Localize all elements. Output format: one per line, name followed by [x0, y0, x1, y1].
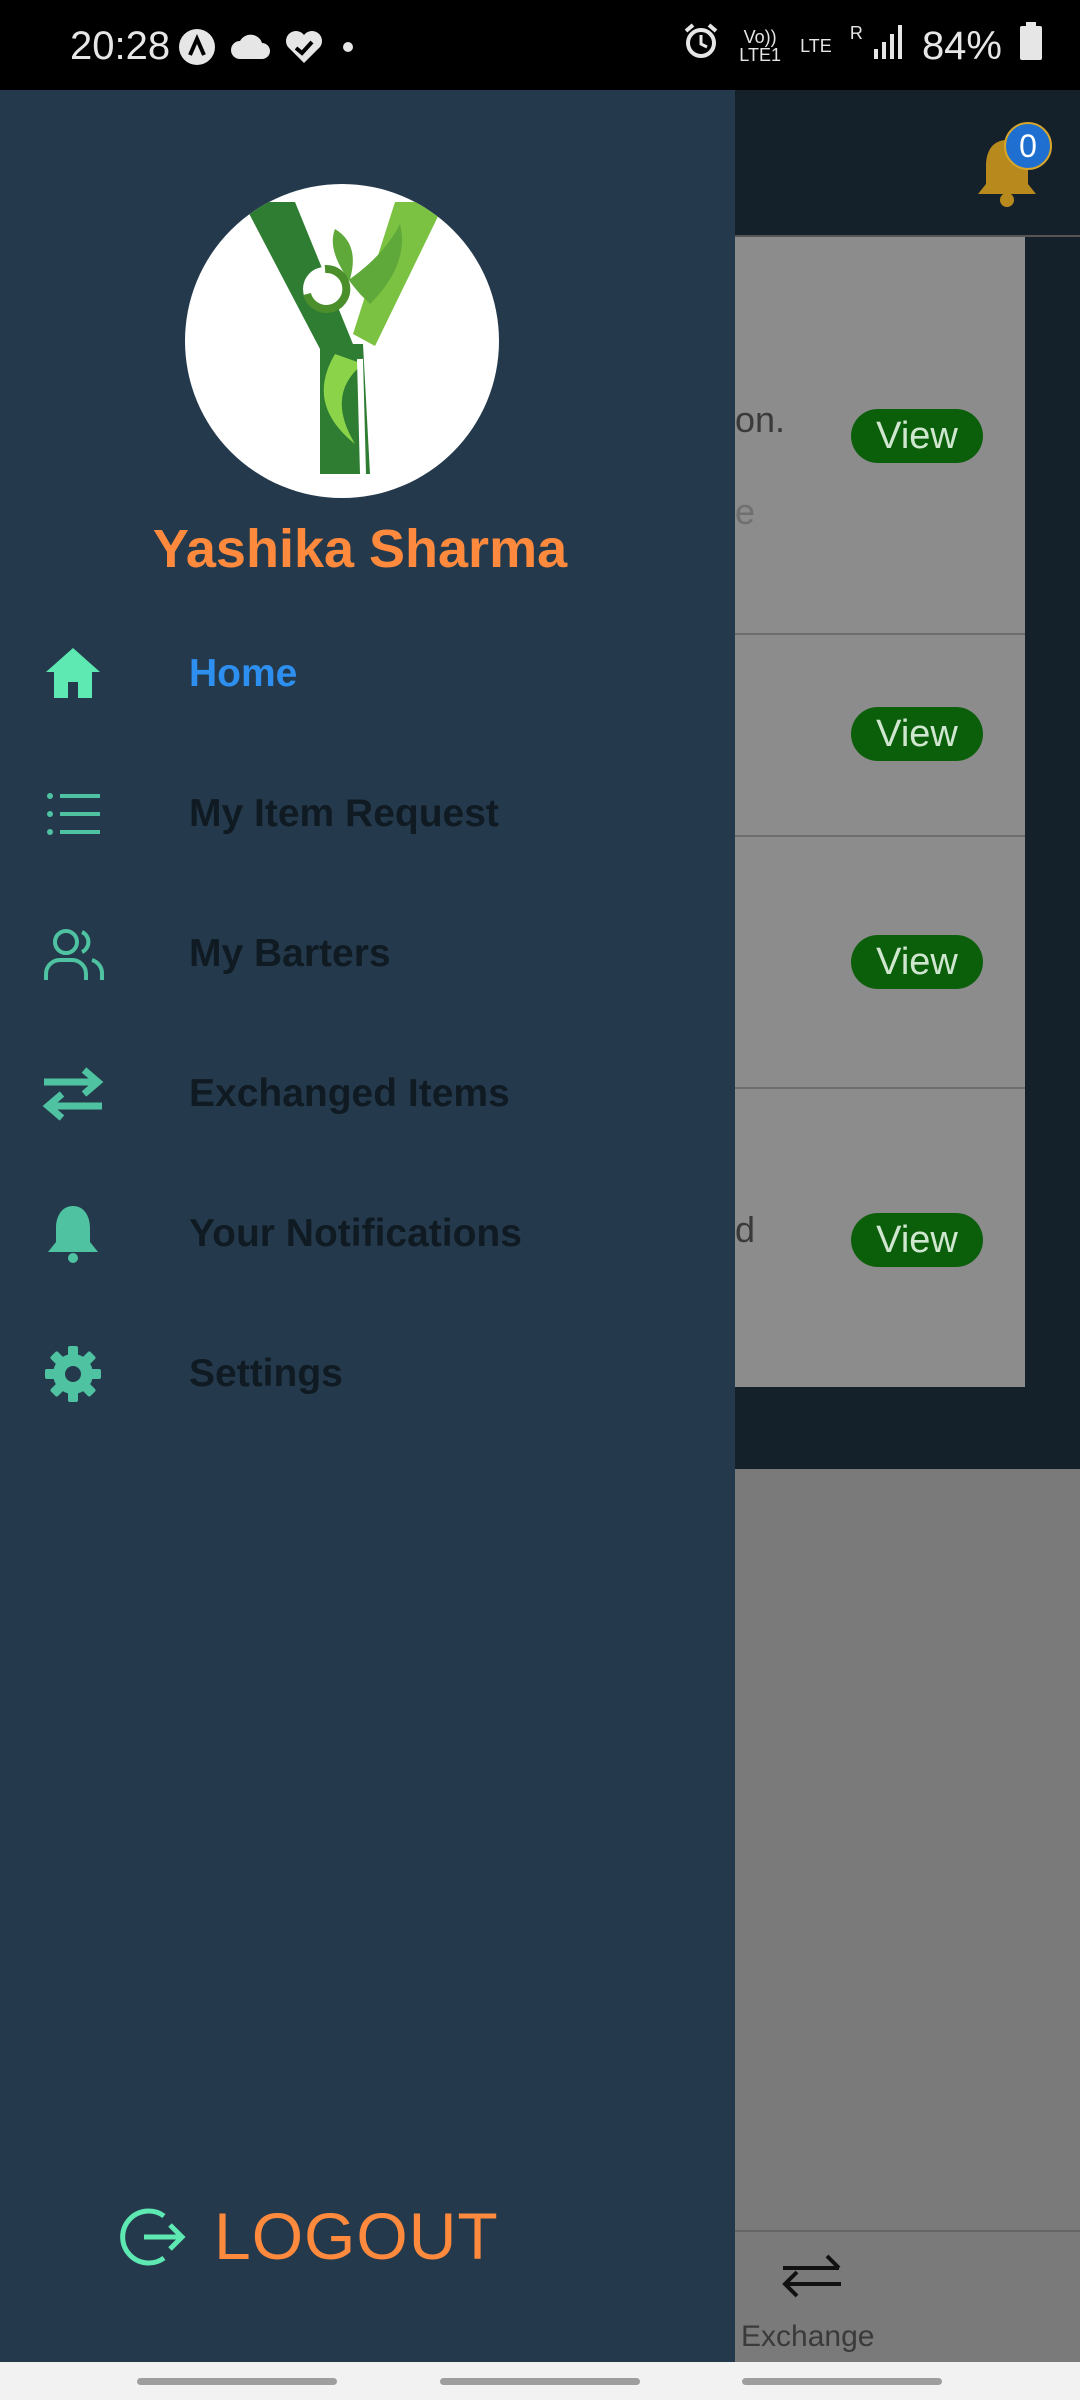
app-a-icon	[178, 28, 216, 71]
navigation-drawer: Yashika Sharma Home My Item Request My B…	[0, 90, 735, 2362]
notification-badge: 0	[1004, 122, 1052, 170]
view-button[interactable]: View	[851, 1213, 983, 1267]
profile-logo-icon	[243, 202, 445, 475]
nav-recents[interactable]	[137, 2378, 337, 2385]
list-icon	[40, 784, 106, 844]
menu-item-exchanged-items[interactable]: Exchanged Items	[0, 1044, 735, 1144]
home-icon	[40, 644, 106, 704]
menu-item-home[interactable]: Home	[0, 624, 735, 724]
status-bar: 20:28 Vo)) LTE1 LTE R 84%	[0, 0, 1080, 90]
tab-exchange-label: Exchange	[741, 2320, 875, 2353]
list-item-text: on.	[735, 399, 786, 440]
user-name: Yashika Sharma	[152, 519, 568, 579]
cloud-icon	[230, 33, 270, 66]
request-list: on. e View View View d View	[735, 237, 1025, 1387]
logout-label: LOGOUT	[214, 2199, 499, 2273]
nav-back[interactable]	[742, 2378, 942, 2385]
list-item-text: d	[735, 1209, 756, 1250]
app-header: 0	[735, 90, 1080, 237]
alarm-icon	[682, 22, 720, 70]
roaming-label: R	[849, 22, 863, 43]
battery-percent: 84%	[921, 23, 1002, 68]
notification-bell[interactable]: 0	[972, 122, 1052, 212]
avatar[interactable]	[185, 184, 499, 498]
app-lower-area	[735, 1469, 1080, 2229]
menu-item-your-notifications[interactable]: Your Notifications	[0, 1184, 735, 1284]
menu-label-my-item-request: My Item Request	[189, 792, 499, 835]
heart-check-icon	[284, 29, 324, 70]
exchange-arrows-icon	[782, 2254, 841, 2298]
logout-icon	[118, 2202, 188, 2277]
tab-exchange[interactable]: Exchange	[735, 2232, 955, 2362]
gear-icon	[40, 1344, 106, 1404]
menu-label-my-barters: My Barters	[189, 932, 391, 975]
status-time: 20:28	[70, 24, 171, 68]
volte-label: Vo)) LTE1	[739, 27, 781, 65]
lte-label: LTE	[800, 36, 832, 56]
logout-button[interactable]: LOGOUT	[118, 2190, 518, 2290]
system-nav-bar	[0, 2362, 1080, 2400]
menu-label-settings: Settings	[189, 1352, 343, 1395]
view-button[interactable]: View	[851, 935, 983, 989]
battery-icon	[1020, 22, 1042, 70]
signal-icon: R	[850, 24, 904, 69]
view-button[interactable]: View	[851, 409, 983, 463]
menu-item-settings[interactable]: Settings	[0, 1324, 735, 1424]
menu-label-home: Home	[189, 652, 298, 695]
list-item: on. e View	[735, 237, 1025, 635]
menu-item-my-item-request[interactable]: My Item Request	[0, 764, 735, 864]
list-item: View	[735, 635, 1025, 837]
list-item: View	[735, 837, 1025, 1089]
list-item-text: e	[735, 491, 756, 532]
bell-icon	[40, 1204, 106, 1264]
menu-label-exchanged-items: Exchanged Items	[189, 1072, 510, 1115]
users-icon	[40, 924, 106, 984]
nav-home[interactable]	[440, 2378, 640, 2385]
menu-label-your-notifications: Your Notifications	[189, 1212, 522, 1255]
list-item: d View	[735, 1089, 1025, 1387]
dot-icon	[338, 37, 358, 62]
menu-item-my-barters[interactable]: My Barters	[0, 904, 735, 1004]
view-button[interactable]: View	[851, 707, 983, 761]
exchange-icon	[40, 1064, 106, 1124]
bottom-tab-bar: Exchange	[735, 2230, 1080, 2364]
